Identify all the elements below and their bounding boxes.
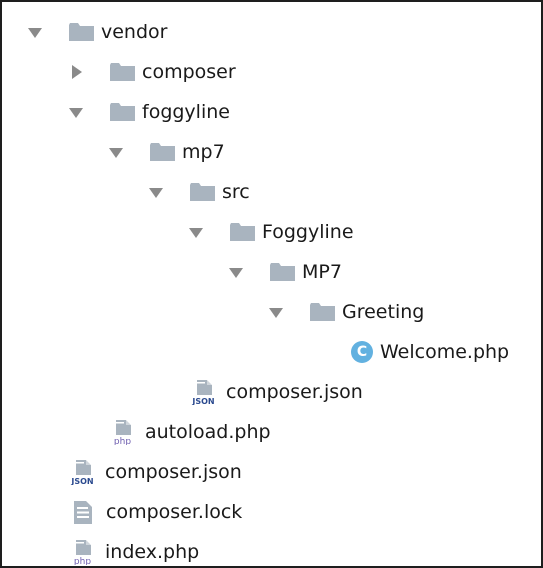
expand-arrow-icon[interactable] bbox=[68, 106, 84, 118]
tree-item-label: MP7 bbox=[302, 261, 342, 283]
tree-item-index-php[interactable]: php index.php bbox=[70, 532, 200, 566]
json-file-icon: JSON bbox=[191, 379, 216, 405]
json-badge: JSON bbox=[191, 397, 214, 405]
json-file-icon: JSON bbox=[70, 459, 95, 485]
php-file-icon: php bbox=[70, 539, 95, 565]
project-tree-panel: vendor composer foggyline mp7 src Foggyl… bbox=[0, 0, 543, 568]
tree-item-label: Welcome.php bbox=[380, 341, 510, 363]
php-badge: php bbox=[74, 557, 91, 565]
folder-icon bbox=[110, 63, 135, 81]
expand-arrow-icon[interactable] bbox=[148, 186, 164, 198]
folder-icon bbox=[190, 183, 215, 201]
expand-arrow-icon[interactable] bbox=[188, 226, 204, 238]
tree-item-label: composer.lock bbox=[106, 501, 243, 523]
tree-item-label: vendor bbox=[101, 21, 168, 43]
tree-item-src[interactable]: src bbox=[148, 172, 250, 212]
tree-item-composer-json-mp7[interactable]: JSON composer.json bbox=[191, 372, 363, 412]
tree-item-vendor[interactable]: vendor bbox=[27, 12, 167, 52]
tree-item-label: foggyline bbox=[142, 101, 230, 123]
tree-item-composer-json[interactable]: JSON composer.json bbox=[70, 452, 242, 492]
tree-item-autoload-php[interactable]: php autoload.php bbox=[110, 412, 271, 452]
php-badge: php bbox=[114, 437, 131, 445]
tree-item-foggyline-ns[interactable]: Foggyline bbox=[188, 212, 354, 252]
expand-arrow-icon[interactable] bbox=[108, 146, 124, 158]
folder-icon bbox=[110, 103, 135, 121]
tree-item-mp7-ns[interactable]: MP7 bbox=[228, 252, 342, 292]
folder-icon bbox=[150, 143, 175, 161]
expand-arrow-icon[interactable] bbox=[27, 26, 43, 38]
tree-item-label: Foggyline bbox=[262, 221, 354, 243]
tree-item-foggyline[interactable]: foggyline bbox=[68, 92, 230, 132]
tree-item-label: composer bbox=[142, 61, 236, 83]
tree-item-label: composer.json bbox=[226, 381, 363, 403]
text-file-icon bbox=[74, 500, 92, 524]
tree-item-label: autoload.php bbox=[145, 421, 271, 443]
expand-arrow-icon[interactable] bbox=[228, 266, 244, 278]
collapsed-arrow-icon[interactable] bbox=[68, 65, 84, 79]
tree-item-label: src bbox=[222, 181, 250, 203]
php-class-icon: C bbox=[351, 341, 373, 363]
tree-item-composer[interactable]: composer bbox=[68, 52, 236, 92]
folder-icon bbox=[230, 223, 255, 241]
folder-icon bbox=[310, 303, 335, 321]
tree-item-label: Greeting bbox=[342, 301, 425, 323]
folder-icon bbox=[69, 23, 94, 41]
tree-item-welcome-php[interactable]: C Welcome.php bbox=[351, 332, 509, 372]
project-tree: vendor composer foggyline mp7 src Foggyl… bbox=[2, 2, 541, 566]
tree-item-composer-lock[interactable]: composer.lock bbox=[74, 492, 242, 532]
folder-icon bbox=[270, 263, 295, 281]
tree-item-greeting[interactable]: Greeting bbox=[268, 292, 424, 332]
json-badge: JSON bbox=[70, 477, 93, 485]
tree-item-label: index.php bbox=[105, 541, 200, 563]
expand-arrow-icon[interactable] bbox=[268, 306, 284, 318]
tree-item-mp7[interactable]: mp7 bbox=[108, 132, 225, 172]
tree-item-label: composer.json bbox=[105, 461, 242, 483]
php-file-icon: php bbox=[110, 419, 135, 445]
tree-item-label: mp7 bbox=[182, 141, 225, 163]
